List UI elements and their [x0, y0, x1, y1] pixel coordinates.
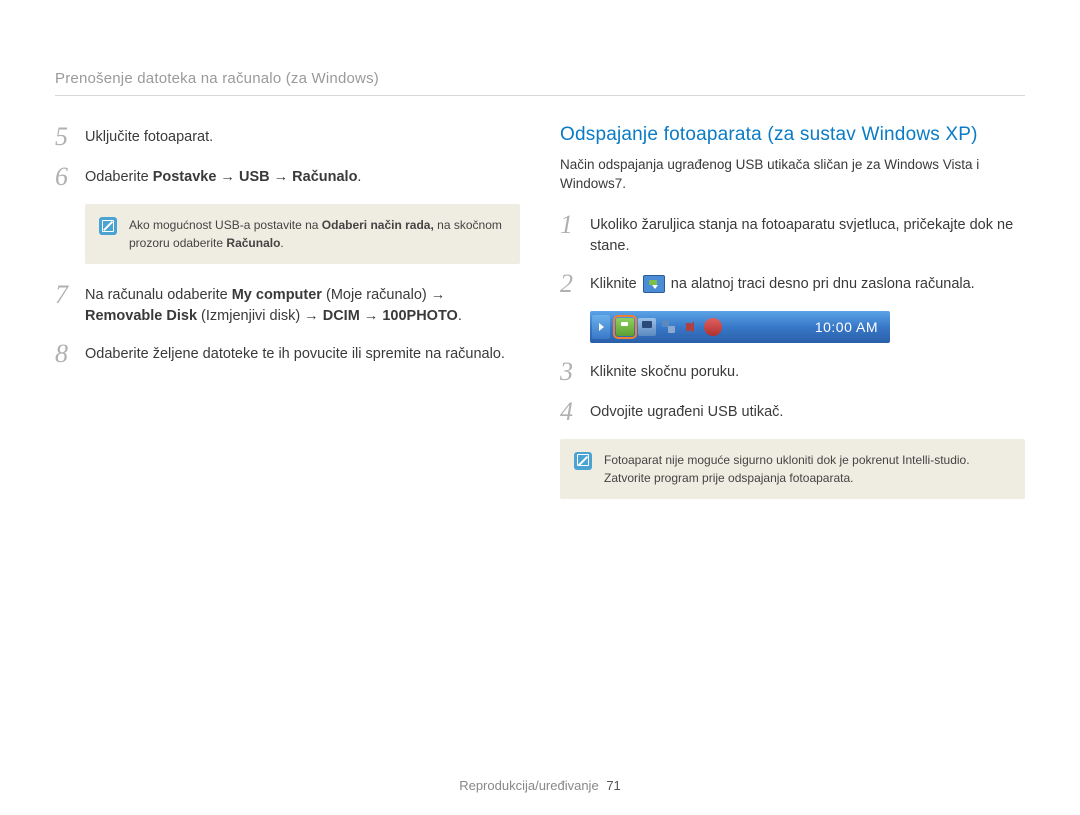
section-heading: Odspajanje fotoaparata (za sustav Window…	[560, 124, 1025, 146]
text-segment: →	[270, 169, 293, 185]
note-icon	[574, 452, 592, 470]
step-4: 4 Odvojite ugrađeni USB utikač.	[560, 399, 1025, 425]
menu-usb: USB	[239, 169, 270, 185]
step-text: Na računalu odaberite My computer (Moje …	[85, 282, 520, 327]
note-text: Ako mogućnost USB-a postavite na Odaberi…	[129, 216, 506, 252]
two-column-layout: 5 Uključite fotoaparat. 6 Odaberite Post…	[55, 124, 1025, 517]
text-segment: (Moje računalo) →	[322, 287, 445, 303]
step-number: 1	[560, 212, 578, 238]
step-text: Kliknite na alatnoj traci desno pri dnu …	[590, 271, 975, 295]
step-text: Ukoliko žaruljica stanja na fotoaparatu …	[590, 212, 1025, 257]
menu-postavke: Postavke	[153, 169, 217, 185]
text-segment: na alatnoj traci desno pri dnu zaslona r…	[667, 276, 975, 292]
breadcrumb: Prenošenje datoteka na računalo (za Wind…	[55, 70, 1025, 96]
text-segment: .	[458, 308, 462, 324]
step-2: 2 Kliknite na alatnoj traci desno pri dn…	[560, 271, 1025, 297]
note-callout: Fotoaparat nije moguće sigurno ukloniti …	[560, 439, 1025, 499]
step-5: 5 Uključite fotoaparat.	[55, 124, 520, 150]
volume-tray-icon	[682, 318, 700, 336]
path-segment: Removable Disk	[85, 308, 197, 324]
system-tray	[616, 318, 722, 336]
page-footer: Reprodukcija/uređivanje 71	[0, 778, 1080, 793]
tray-icon	[704, 318, 722, 336]
menu-racunalo: Računalo	[292, 169, 357, 185]
step-number: 4	[560, 399, 578, 425]
text-segment: Na računalu odaberite	[85, 287, 232, 303]
text-segment: .	[357, 169, 361, 185]
step-text: Odvojite ugrađeni USB utikač.	[590, 399, 783, 423]
right-column: Odspajanje fotoaparata (za sustav Window…	[560, 124, 1025, 517]
note-icon	[99, 217, 117, 235]
text-segment: Kliknite	[590, 276, 641, 292]
text-segment: Odaberite	[85, 169, 153, 185]
text-segment: (Izmjenjivi disk) →	[197, 308, 323, 324]
taskbar-clock: 10:00 AM	[815, 319, 878, 335]
footer-label: Reprodukcija/uređivanje	[459, 778, 598, 793]
show-hidden-icons-button	[592, 315, 610, 339]
step-3: 3 Kliknite skočnu poruku.	[560, 359, 1025, 385]
step-number: 6	[55, 164, 73, 190]
path-segment: My computer	[232, 287, 322, 303]
text-segment: .	[280, 236, 283, 250]
section-subtext: Način odspajanja ugrađenog USB utikača s…	[560, 156, 1025, 194]
path-segment: 100PHOTO	[382, 308, 458, 324]
note-text: Fotoaparat nije moguće sigurno ukloniti …	[604, 451, 1011, 487]
tray-icon	[638, 318, 656, 336]
path-segment: DCIM	[323, 308, 360, 324]
step-text: Odaberite željene datoteke te ih povucit…	[85, 341, 505, 365]
step-text: Odaberite Postavke → USB → Računalo.	[85, 164, 361, 188]
text-bold: Odaberi način rada,	[322, 218, 434, 232]
step-number: 5	[55, 124, 73, 150]
network-tray-icon	[660, 318, 678, 336]
step-7: 7 Na računalu odaberite My computer (Moj…	[55, 282, 520, 327]
left-column: 5 Uključite fotoaparat. 6 Odaberite Post…	[55, 124, 520, 517]
page: Prenošenje datoteka na računalo (za Wind…	[0, 0, 1080, 517]
step-8: 8 Odaberite željene datoteke te ih povuc…	[55, 341, 520, 367]
text-segment: →	[216, 169, 239, 185]
text-bold: Računalo	[226, 236, 280, 250]
text-segment: →	[360, 308, 383, 324]
windows-xp-taskbar-image: 10:00 AM	[590, 311, 890, 343]
page-number: 71	[606, 778, 620, 793]
step-number: 7	[55, 282, 73, 308]
step-text: Kliknite skočnu poruku.	[590, 359, 739, 383]
safely-remove-hardware-icon	[643, 275, 665, 293]
step-6: 6 Odaberite Postavke → USB → Računalo.	[55, 164, 520, 190]
step-number: 8	[55, 341, 73, 367]
note-callout: Ako mogućnost USB-a postavite na Odaberi…	[85, 204, 520, 264]
safely-remove-hardware-tray-icon	[616, 318, 634, 336]
step-number: 3	[560, 359, 578, 385]
step-text: Uključite fotoaparat.	[85, 124, 213, 148]
step-1: 1 Ukoliko žaruljica stanja na fotoaparat…	[560, 212, 1025, 257]
text-segment: Ako mogućnost USB-a postavite na	[129, 218, 322, 232]
step-number: 2	[560, 271, 578, 297]
